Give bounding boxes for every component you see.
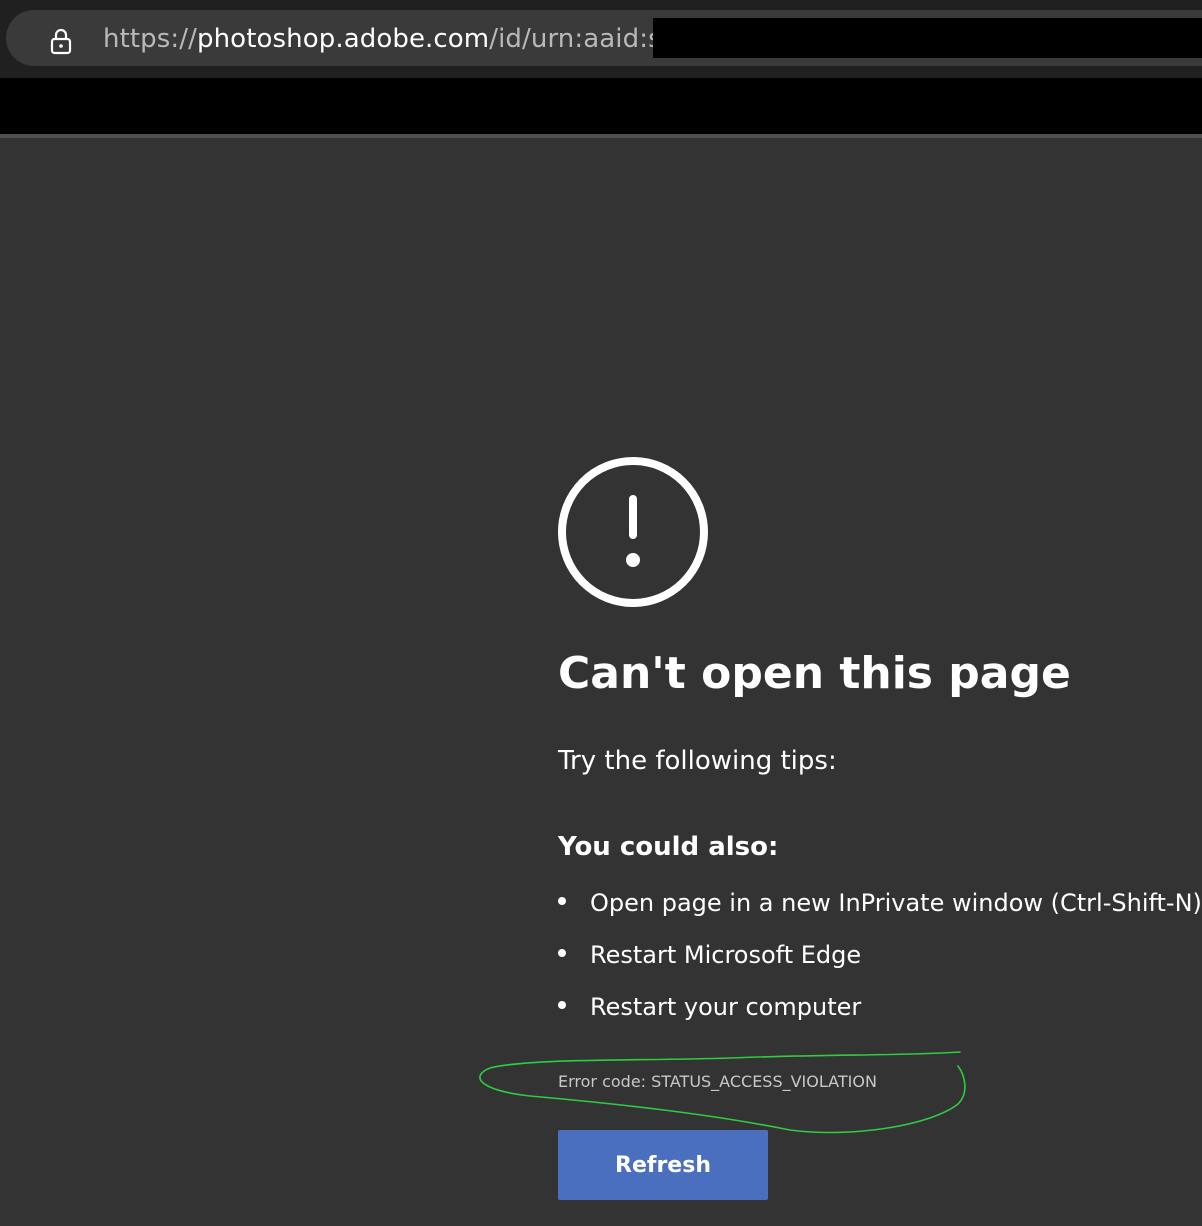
refresh-button[interactable]: Refresh <box>558 1130 768 1200</box>
url-redaction <box>653 18 1202 58</box>
exclamation-circle-icon <box>558 457 708 607</box>
also-heading: You could also: <box>558 832 779 862</box>
bullet-icon <box>558 949 566 957</box>
tip-text: Restart your computer <box>590 993 862 1021</box>
tips-list: Open page in a new InPrivate window (Ctr… <box>558 886 1202 1042</box>
page-title: Can't open this page <box>558 648 1071 699</box>
address-url[interactable]: https://photoshop.adobe.com/id/urn:aaid:… <box>103 23 685 55</box>
bullet-icon <box>558 897 566 905</box>
tips-intro: Try the following tips: <box>558 746 837 776</box>
url-host: photoshop.adobe.com <box>197 24 490 54</box>
redacted-band <box>0 78 1202 134</box>
hand-drawn-annotation <box>479 1051 966 1134</box>
url-scheme: https:// <box>103 24 197 54</box>
browser-toolbar: https://photoshop.adobe.com/id/urn:aaid:… <box>0 0 1202 78</box>
bullet-icon <box>558 1001 566 1009</box>
tip-text: Restart Microsoft Edge <box>590 941 862 969</box>
list-item: Restart Microsoft Edge <box>558 938 1202 990</box>
lock-icon[interactable] <box>46 26 76 56</box>
tip-text: Open page in a new InPrivate window (Ctr… <box>590 889 1202 917</box>
error-code: Error code: STATUS_ACCESS_VIOLATION <box>558 1072 877 1091</box>
list-item: Open page in a new InPrivate window (Ctr… <box>558 886 1202 938</box>
list-item: Restart your computer <box>558 990 1202 1042</box>
toolbar-divider <box>0 134 1202 138</box>
